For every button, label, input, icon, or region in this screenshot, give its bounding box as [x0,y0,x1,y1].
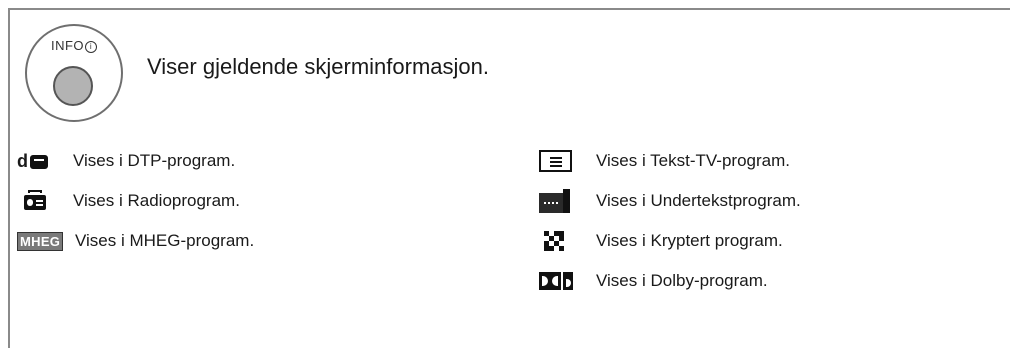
radio-icon [24,190,46,210]
list-item-subtitle: Vises i Undertekstprogram. [539,186,801,216]
list-item-scrambled: Vises i Kryptert program. [539,226,783,256]
page-border-left [8,8,10,348]
list-item-dolby: Vises i Dolby-program. [539,266,768,296]
list-item-label: Vises i Radioprogram. [73,191,240,210]
list-item-label: Vises i Kryptert program. [596,231,783,250]
list-item-label: Vises i MHEG-program. [75,231,255,250]
info-button-knob [53,66,93,106]
list-item-teletext: Vises i Tekst-TV-program. [539,146,790,176]
list-item-label: Vises i Dolby-program. [596,271,768,290]
teletext-icon [539,150,572,172]
subtitle-icon [539,189,570,213]
info-button-label: INFO i [25,38,123,53]
info-icon: i [85,41,98,53]
list-item-dtp: d Vises i DTP-program. [17,146,235,176]
list-item-radio: Vises i Radioprogram. [17,186,240,216]
page-title: Viser gjeldende skjerminformasjon. [147,54,489,79]
scrambled-icon [544,231,564,251]
list-item-label: Vises i Tekst-TV-program. [596,151,790,170]
info-button[interactable]: INFO i [25,24,123,122]
mheg-icon: MHEG [17,232,64,251]
dolby-icon [539,272,573,290]
page-border-top [8,8,1010,10]
list-item-label: Vises i DTP-program. [73,151,236,170]
list-item-label: Vises i Undertekstprogram. [596,191,801,210]
list-item-mheg: MHEG Vises i MHEG-program. [17,226,254,256]
dtp-icon: d [17,149,65,173]
